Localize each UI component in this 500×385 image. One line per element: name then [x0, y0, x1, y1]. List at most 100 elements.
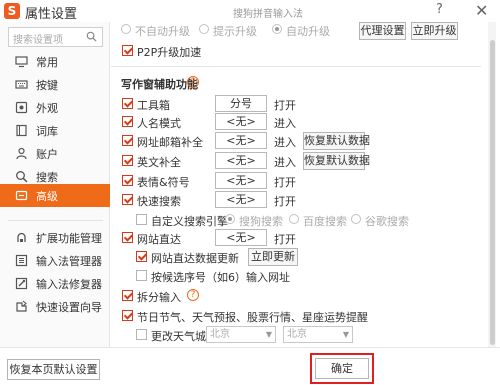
sidebar-tool-wizard[interactable]: 快速设置向导 — [0, 295, 110, 318]
weather-city-checkbox[interactable] — [136, 329, 147, 340]
site-update-now-button[interactable]: 立即更新 — [248, 248, 298, 266]
weather-province-select[interactable]: 北京 ▼ — [206, 326, 276, 343]
upgrade-now-button[interactable]: 立即升级 — [411, 22, 458, 40]
name-mode-checkbox[interactable] — [122, 116, 133, 127]
quick-search-checkbox[interactable] — [122, 194, 133, 205]
search-icon[interactable] — [86, 31, 97, 42]
p2p-checkbox[interactable] — [122, 45, 133, 56]
holiday-reminder-label: 节日节气、天气预报、股票行情、星座运势提醒 — [137, 311, 368, 324]
sidebar-tool-manager[interactable]: 输入法管理器 — [0, 249, 110, 272]
custom-engine-checkbox[interactable] — [136, 214, 147, 225]
toolbox-label: 工具箱 — [137, 99, 170, 112]
engine-baidu-radio[interactable] — [289, 214, 299, 224]
name-mode-label: 人名模式 — [137, 117, 181, 130]
upgrade-option-auto-radio[interactable] — [272, 24, 282, 34]
emoji-symbol-checkbox[interactable] — [122, 175, 133, 186]
site-direct-hotkey-field[interactable]: <无> — [215, 229, 267, 246]
search-placeholder: 搜索设置项 — [13, 35, 63, 46]
quick-search-hotkey-field[interactable]: <无> — [215, 191, 267, 208]
scrollbar-thumb[interactable] — [490, 40, 495, 345]
sidebar-item-advanced[interactable]: 高级 — [0, 184, 110, 207]
holiday-reminder-checkbox[interactable] — [122, 310, 133, 321]
candidate-number-checkbox[interactable] — [136, 270, 147, 281]
sidebar-item-keys[interactable]: 按键 — [0, 73, 110, 96]
sidebar-item-label: 按键 — [36, 79, 58, 92]
weather-province-value: 北京 — [210, 329, 230, 340]
sidebar: 搜索设置项 常用 按键 外观 词库 账户 搜索 高级 扩展功能管理 输入法管理器 — [0, 22, 110, 347]
search-icon — [16, 171, 28, 183]
site-direct-checkbox[interactable] — [122, 232, 133, 243]
sidebar-tool-repair[interactable]: 输入法修复器 — [0, 272, 110, 295]
toolbox-row: 工具箱 分号 打开 — [111, 95, 487, 113]
english-completion-hotkey-field[interactable]: <无> — [215, 152, 267, 169]
english-completion-label: 英文补全 — [137, 156, 181, 169]
extension-icon — [17, 232, 26, 242]
sogou-logo-icon: S — [4, 3, 20, 19]
candidate-number-label: 按候选序号（如6）输入网址 — [151, 271, 290, 284]
ok-button[interactable]: 确定 — [315, 358, 369, 379]
custom-engine-label: 自定义搜索引擎 — [151, 215, 228, 228]
engine-google-radio[interactable] — [351, 214, 361, 224]
site-update-checkbox[interactable] — [136, 251, 147, 262]
eye-icon — [15, 101, 28, 114]
url-email-completion-checkbox[interactable] — [122, 135, 133, 146]
quick-search-action-label: 打开 — [274, 195, 296, 208]
english-completion-restore-button[interactable]: 恢复默认数据 — [303, 152, 370, 170]
emoji-symbol-row: 表情&符号 <无> 打开 — [111, 172, 487, 190]
proxy-settings-button[interactable]: 代理设置 — [359, 22, 406, 40]
upgrade-options-row: 不自动升级 提示升级 自动升级 代理设置 立即升级 — [111, 22, 487, 40]
settings-content: 不自动升级 提示升级 自动升级 代理设置 立即升级 P2P升级加速 写作窗辅助功… — [111, 22, 487, 347]
sidebar-item-appearance[interactable]: 外观 — [0, 96, 110, 119]
wizard-icon — [16, 300, 27, 312]
settings-search-input[interactable]: 搜索设置项 — [8, 27, 103, 47]
sidebar-item-label: 搜索 — [36, 171, 58, 184]
window-title: 属性设置 — [25, 7, 78, 22]
site-direct-action-label: 打开 — [274, 233, 296, 246]
sidebar-item-label: 高级 — [36, 190, 58, 203]
english-completion-row: 英文补全 <无> 进入 恢复默认数据 — [111, 152, 487, 170]
url-email-restore-button[interactable]: 恢复默认数据 — [303, 132, 370, 150]
sidebar-tool-label: 输入法修复器 — [36, 278, 102, 291]
sidebar-item-common[interactable]: 常用 — [0, 50, 110, 73]
name-mode-action-label: 进入 — [274, 117, 296, 130]
url-email-completion-row: 网址邮箱补全 <无> 进入 恢复默认数据 — [111, 132, 487, 150]
sidebar-tool-extension[interactable]: 扩展功能管理 — [0, 226, 110, 249]
weather-city-select[interactable]: 北京 ▼ — [283, 326, 353, 343]
p2p-label: P2P升级加速 — [137, 46, 202, 59]
sidebar-item-account[interactable]: 账户 — [0, 142, 110, 165]
user-icon — [16, 147, 27, 160]
emoji-symbol-hotkey-field[interactable]: <无> — [215, 172, 267, 189]
chevron-down-icon: ▼ — [265, 330, 272, 339]
close-button[interactable]: ✕ — [475, 1, 488, 20]
site-direct-label: 网站直达 — [137, 233, 181, 246]
split-input-label: 拆分输入 — [137, 291, 181, 304]
name-mode-hotkey-field[interactable]: <无> — [215, 113, 267, 130]
writing-help-icon[interactable]: ? — [187, 76, 199, 88]
site-update-row: 网站直达数据更新 立即更新 — [111, 248, 487, 266]
toolbox-hotkey-field[interactable]: 分号 — [215, 95, 267, 112]
emoji-symbol-action-label: 打开 — [274, 176, 296, 189]
site-update-label: 网站直达数据更新 — [151, 252, 239, 265]
english-completion-checkbox[interactable] — [122, 155, 133, 166]
candidate-number-row: 按候选序号（如6）输入网址 — [111, 267, 487, 285]
help-button[interactable]: ? — [436, 2, 443, 17]
split-input-help-icon[interactable]: ? — [187, 289, 199, 301]
upgrade-option-none-radio[interactable] — [121, 24, 131, 34]
sidebar-item-dictionary[interactable]: 词库 — [0, 119, 110, 142]
book-icon — [16, 124, 27, 137]
emoji-symbol-label: 表情&符号 — [137, 176, 190, 189]
upgrade-option-prompt-radio[interactable] — [199, 24, 209, 34]
sidebar-item-label: 常用 — [36, 56, 58, 69]
toolbox-action-label: 打开 — [274, 99, 296, 112]
p2p-row: P2P升级加速 — [111, 42, 487, 60]
reset-defaults-button[interactable]: 恢复本页默认设置 — [7, 359, 100, 380]
toolbox-checkbox[interactable] — [122, 98, 133, 109]
monitor-icon — [15, 56, 28, 68]
engine-sogou-radio[interactable] — [225, 214, 235, 224]
upgrade-option-prompt-label: 提示升级 — [213, 25, 257, 38]
sidebar-item-label: 词库 — [36, 125, 58, 138]
url-email-hotkey-field[interactable]: <无> — [215, 132, 267, 149]
name-mode-row: 人名模式 <无> 进入 — [111, 113, 487, 131]
split-input-checkbox[interactable] — [122, 290, 133, 301]
sidebar-tool-label: 扩展功能管理 — [36, 232, 102, 245]
